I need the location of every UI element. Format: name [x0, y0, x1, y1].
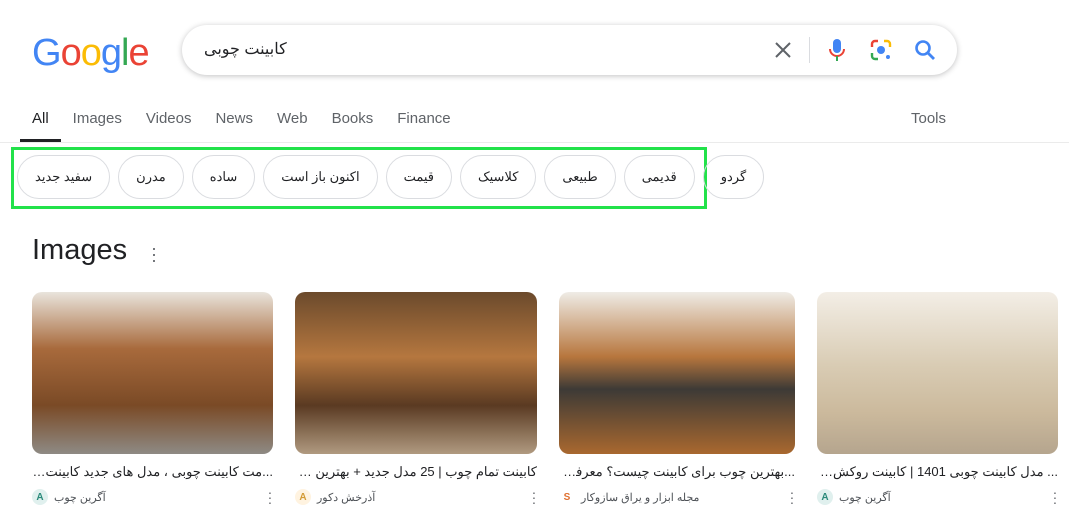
more-options-icon[interactable]: · · · [150, 239, 158, 269]
tab-news[interactable]: News [203, 110, 265, 142]
lens-icon[interactable] [868, 37, 894, 63]
tab-books[interactable]: Books [320, 110, 386, 142]
image-result[interactable]: ...مت کابینت چوبی ، مدل های جدید کابینت … [32, 292, 273, 509]
more-options-icon[interactable]: · · · [789, 485, 795, 509]
tab-all[interactable]: All [20, 110, 61, 142]
chip[interactable]: سفید جدید [17, 155, 111, 199]
tab-images[interactable]: Images [61, 110, 134, 142]
divider [809, 37, 810, 63]
image-result[interactable]: ... مدل کابینت چوبی 1401 | کابینت روکش چ… [817, 292, 1058, 509]
chip[interactable]: گردو [702, 155, 765, 199]
source-name: آگرین چوب [839, 491, 891, 504]
site-favicon: A [32, 489, 48, 505]
more-options-icon[interactable]: · · · [1052, 485, 1058, 509]
chip[interactable]: اکنون باز است [263, 155, 378, 199]
images-heading: Images [32, 234, 128, 266]
more-options-icon[interactable]: · · · [531, 485, 537, 509]
search-box[interactable]: کابینت چوبی [182, 25, 957, 75]
refinement-chips: گردو قدیمی طبیعی کلاسیک قیمت اکنون باز است ساد… [17, 155, 765, 199]
image-title[interactable]: ...مت کابینت چوبی ، مدل های جدید کابینت … [32, 464, 273, 482]
image-thumbnail[interactable] [32, 292, 273, 454]
search-icon[interactable] [912, 37, 938, 63]
source-name: آگرین چوب [54, 491, 106, 504]
chip[interactable]: طبیعی [544, 155, 616, 199]
search-input[interactable]: کابینت چوبی [204, 39, 287, 59]
chip[interactable]: کلاسیک [460, 155, 537, 199]
search-tabs: All Images Videos News Web Books Finance [20, 110, 463, 142]
source-name: آذرخش دکور [317, 491, 376, 504]
site-favicon: S [559, 489, 575, 505]
site-favicon: A [817, 489, 833, 505]
image-thumbnail[interactable] [817, 292, 1058, 454]
image-thumbnail[interactable] [295, 292, 537, 454]
tab-web[interactable]: Web [265, 110, 320, 142]
google-logo[interactable]: Google [32, 32, 150, 75]
source-name: مجله ابزار و یراق سازوکار [581, 491, 700, 504]
image-result[interactable]: کابینت تمام چوب | 25 مدل جدید + بهترین ق… [295, 292, 537, 509]
site-favicon: A [295, 489, 311, 505]
divider [0, 142, 1069, 143]
image-title[interactable]: ... مدل کابینت چوبی 1401 | کابینت روکش چ… [817, 464, 1058, 482]
tab-finance[interactable]: Finance [385, 110, 462, 142]
clear-icon[interactable] [770, 37, 796, 63]
image-title[interactable]: ...بهترین چوب برای کابینت چیست؟ معرفی چو [559, 464, 795, 482]
chip[interactable]: قیمت [385, 155, 452, 199]
tab-videos[interactable]: Videos [134, 110, 204, 142]
chip[interactable]: مدرن [118, 155, 184, 199]
microphone-icon[interactable] [824, 37, 850, 63]
chip-highlight: گردو قدیمی طبیعی کلاسیک قیمت اکنون باز است ساد… [11, 147, 765, 209]
chip[interactable]: قدیمی [623, 155, 695, 199]
tools-button[interactable]: Tools [911, 110, 946, 127]
more-options-icon[interactable]: · · · [267, 485, 273, 509]
chip[interactable]: ساده [191, 155, 256, 199]
image-thumbnail[interactable] [559, 292, 795, 454]
image-result[interactable]: ...بهترین چوب برای کابینت چیست؟ معرفی چو… [559, 292, 795, 509]
image-title[interactable]: کابینت تمام چوب | 25 مدل جدید + بهترین ق… [295, 464, 537, 482]
